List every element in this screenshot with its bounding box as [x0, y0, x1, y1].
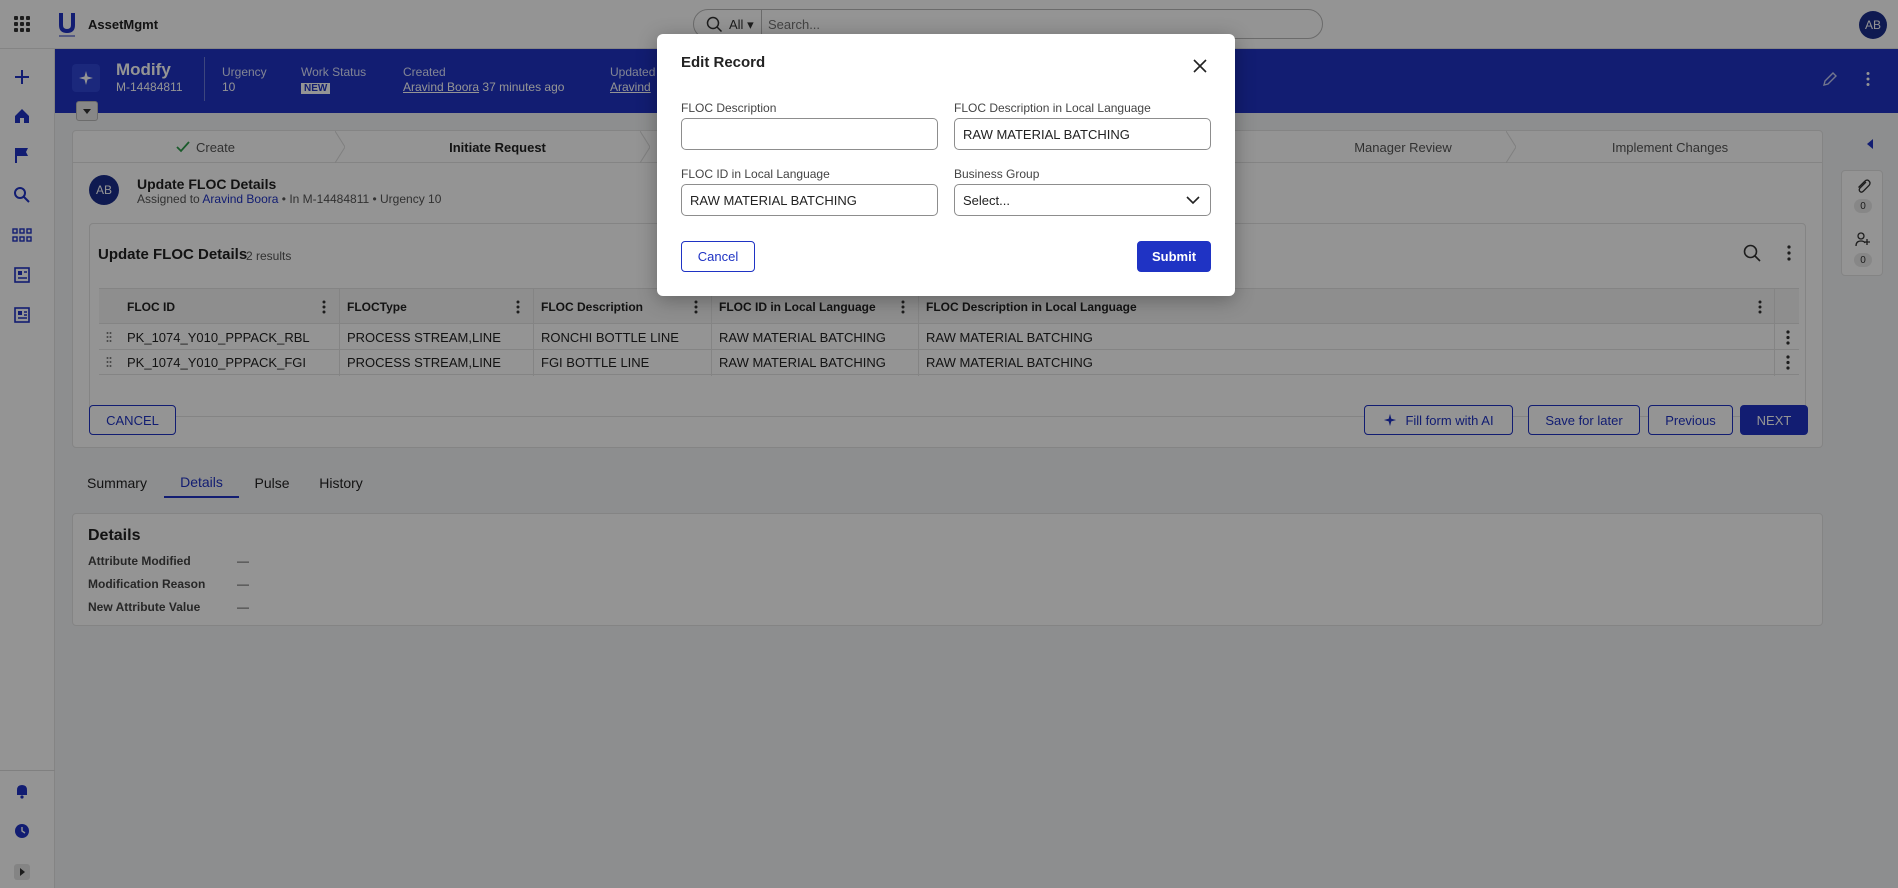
business-group-select[interactable]: Select...: [954, 184, 1211, 216]
chevron-down-icon: [1186, 196, 1200, 205]
floc-id-local-input[interactable]: [681, 184, 938, 216]
dialog-title: Edit Record: [681, 54, 766, 71]
floc-description-input[interactable]: [681, 118, 938, 150]
edit-record-dialog: Edit Record FLOC Description FLOC Descri…: [657, 34, 1235, 296]
submit-button[interactable]: Submit: [1137, 241, 1211, 272]
business-group-label: Business Group: [954, 167, 1040, 181]
floc-description-label: FLOC Description: [681, 101, 777, 115]
dialog-cancel-button[interactable]: Cancel: [681, 241, 755, 272]
floc-desc-local-label: FLOC Description in Local Language: [954, 101, 1151, 115]
floc-id-local-label: FLOC ID in Local Language: [681, 167, 830, 181]
close-icon[interactable]: [1192, 58, 1208, 74]
business-group-value: Select...: [963, 192, 1010, 208]
floc-desc-local-input[interactable]: [954, 118, 1211, 150]
